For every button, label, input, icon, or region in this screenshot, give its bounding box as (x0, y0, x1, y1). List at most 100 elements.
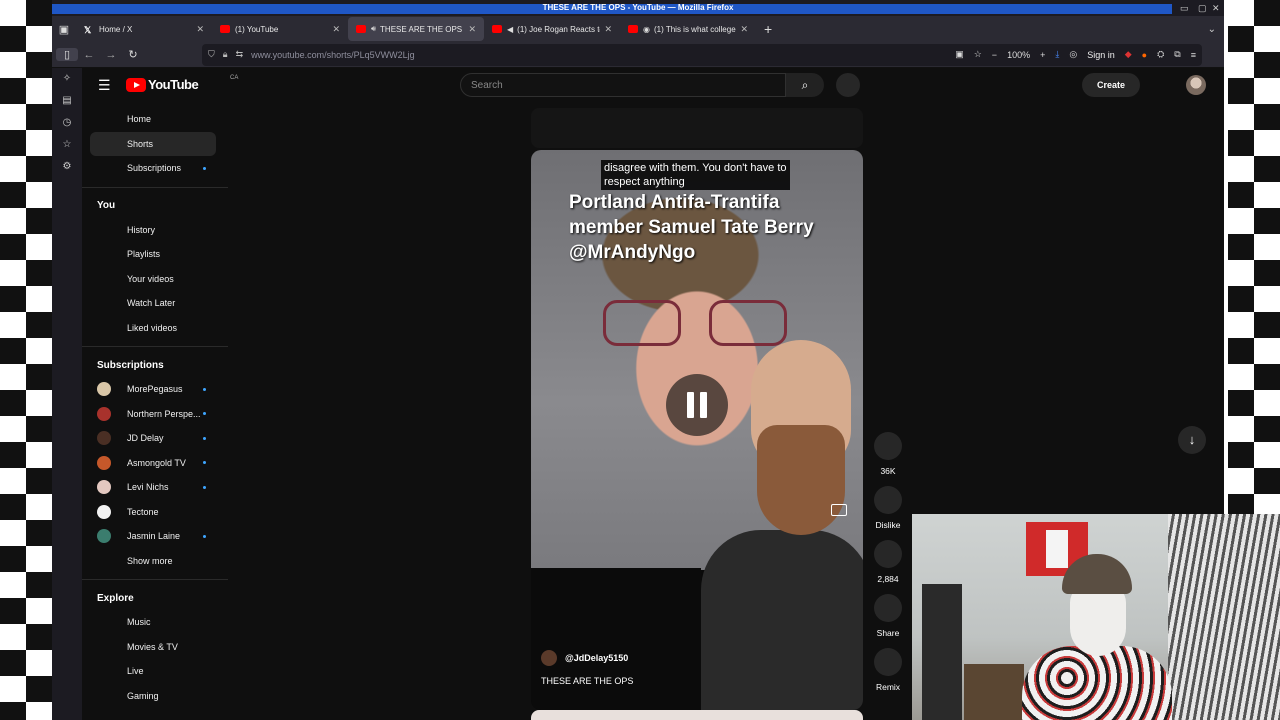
picture-in-picture-icon[interactable] (831, 504, 847, 516)
sidebar-item-subscription[interactable]: Levi Nichs (90, 475, 216, 500)
pause-icon[interactable] (666, 374, 728, 436)
comment-count: 2,884 (877, 574, 899, 584)
maximize-icon[interactable]: ▢ (1198, 3, 1207, 14)
customize-sidebar-icon[interactable]: ⚙ (52, 156, 82, 178)
new-tab-button[interactable]: + (756, 21, 780, 37)
account-icon[interactable]: ◎ (1069, 49, 1077, 60)
channel-avatar (97, 431, 111, 446)
extension-icon[interactable]: ◆ (1125, 49, 1132, 60)
history-icon[interactable]: ◷ (52, 112, 82, 134)
tab-list-icon[interactable]: ▣ (52, 23, 76, 36)
dislike-button[interactable]: Dislike (868, 486, 908, 540)
short-player[interactable]: disagree with them. You don't have to re… (531, 150, 863, 710)
share-button[interactable]: Share (868, 594, 908, 648)
sidebar-item-subscription[interactable]: Northern Perspe... (90, 402, 216, 427)
next-short-preview[interactable] (531, 710, 863, 720)
sidebar-item-subscription[interactable]: Tectone (90, 500, 216, 525)
channel-info[interactable]: @JdDelay5150 (541, 650, 628, 666)
remix-button[interactable]: Remix (868, 648, 908, 702)
close-tab-icon[interactable]: ✕ (740, 24, 748, 35)
extension-icon[interactable]: ● (1142, 50, 1147, 60)
sidebar-item-music[interactable]: Music (90, 610, 216, 635)
lock-icon[interactable]: 🔒︎ (223, 49, 228, 60)
thumbs-down-icon[interactable] (874, 486, 902, 514)
channel-avatar[interactable] (541, 650, 557, 666)
sidebar-toggle-icon[interactable]: ▯ (56, 48, 78, 61)
tab-home-x[interactable]: 𝕏 Home / X ✕ (76, 17, 212, 41)
channel-avatar (97, 480, 111, 495)
thumbs-up-icon[interactable] (874, 432, 902, 460)
tab-youtube[interactable]: (1) YouTube ✕ (212, 17, 348, 41)
close-tab-icon[interactable]: ✕ (468, 24, 476, 35)
sidebar-item-watch-later[interactable]: Watch Later (90, 291, 216, 316)
bookmark-star-icon[interactable]: ☆ (974, 49, 982, 60)
video-headline: Portland Antifa-Trantifa member Samuel T… (569, 192, 814, 263)
permissions-icon[interactable]: ⇆ (236, 49, 244, 60)
minimize-icon[interactable]: ▭ (1180, 3, 1189, 14)
show-more-button[interactable]: Show more (90, 549, 216, 574)
sidebar-item-home[interactable]: Home (90, 107, 216, 132)
speaker-icon[interactable]: ◀ (507, 25, 513, 34)
tab-these-are-the-ops[interactable]: 🔊︎ THESE ARE THE OPS - Y ✕ (348, 17, 484, 41)
sidebar-item-subscription[interactable]: Jasmin Laine (90, 524, 216, 549)
like-button[interactable]: 36K (868, 432, 908, 486)
avatar[interactable] (1186, 75, 1206, 95)
search-input[interactable]: Search (460, 73, 786, 97)
url-bar[interactable]: ⛉ 🔒︎ ⇆ www.youtube.com/shorts/PLq5VWW2Lj… (202, 43, 1202, 66)
comments-button[interactable]: 2,884 (868, 540, 908, 594)
ai-chat-icon[interactable]: ✧ (52, 68, 82, 90)
menu-icon[interactable]: ≡ (1191, 50, 1196, 60)
close-tab-icon[interactable]: ✕ (332, 24, 340, 35)
section-heading-you[interactable]: You (82, 194, 230, 218)
sidebar-item-history[interactable]: History (90, 218, 216, 243)
zoom-level[interactable]: 100% (1007, 50, 1030, 60)
tab-joe-rogan[interactable]: ◀ (1) Joe Rogan Reacts to ✕ (484, 17, 620, 41)
sidebar-item-subscription[interactable]: JD Delay (90, 426, 216, 451)
downloads-icon[interactable]: ⤓ (1055, 49, 1059, 60)
search-button[interactable]: ⌕ (786, 73, 824, 97)
short-video-frame[interactable]: disagree with them. You don't have to re… (531, 150, 863, 710)
comment-icon[interactable] (874, 540, 902, 568)
sign-in-label[interactable]: Sign in (1087, 50, 1115, 60)
zoom-in-icon[interactable]: + (1040, 50, 1045, 60)
remix-icon[interactable] (874, 648, 902, 676)
sidebar-item-label: Jasmin Laine (127, 531, 181, 542)
back-icon[interactable]: ← (78, 49, 100, 61)
speaker-icon[interactable]: 🔊︎ (371, 24, 376, 34)
sidebar-item-playlists[interactable]: Playlists (90, 242, 216, 267)
hamburger-menu-icon[interactable]: ☰ (98, 77, 111, 94)
close-tab-icon[interactable]: ✕ (604, 24, 612, 35)
sidebar-item-movies-tv[interactable]: Movies & TV (90, 635, 216, 660)
youtube-logo[interactable]: YouTube CA (126, 75, 238, 92)
sidebar-item-shorts[interactable]: Shorts (90, 131, 216, 156)
next-short-button[interactable]: ↓ (1178, 426, 1206, 454)
sidebar-item-label: Live (127, 666, 144, 677)
close-tab-icon[interactable]: ✕ (196, 24, 204, 35)
sidebar-item-gaming[interactable]: Gaming (90, 684, 216, 709)
list-all-tabs-icon[interactable]: ⌄ (1208, 24, 1216, 35)
tab-college[interactable]: ◉ (1) This is what college ✕ (620, 17, 756, 41)
close-window-icon[interactable]: ✕ (1212, 3, 1220, 14)
zoom-out-icon[interactable]: − (992, 50, 997, 60)
create-button[interactable]: Create (1082, 73, 1140, 97)
share-icon[interactable] (874, 594, 902, 622)
extension-icon[interactable]: ⛭ (1157, 49, 1164, 60)
forward-icon[interactable]: → (100, 49, 122, 61)
sidebar-item-subscription[interactable]: MorePegasus (90, 377, 216, 402)
screenshot-icon[interactable]: ▣ (955, 49, 964, 60)
like-count: 36K (880, 466, 896, 476)
voice-search-button[interactable] (836, 73, 860, 97)
sidebar-item-your-videos[interactable]: Your videos (90, 267, 216, 292)
reload-icon[interactable]: ↻ (122, 48, 144, 61)
sidebar-item-subscriptions[interactable]: Subscriptions (90, 156, 216, 181)
synced-tabs-icon[interactable]: ▤ (52, 90, 82, 112)
url-text[interactable]: www.youtube.com/shorts/PLq5VWW2Ljg (251, 50, 415, 60)
sidebar-item-live[interactable]: Live (90, 659, 216, 684)
playing-icon: ◉ (643, 24, 650, 34)
shield-icon[interactable]: ⛉ (208, 49, 215, 60)
channel-handle[interactable]: @JdDelay5150 (565, 653, 628, 663)
extensions-puzzle-icon[interactable]: ⧉ (1174, 49, 1180, 60)
sidebar-item-subscription[interactable]: Asmongold TV (90, 451, 216, 476)
bookmarks-icon[interactable]: ☆ (52, 134, 82, 156)
sidebar-item-liked-videos[interactable]: Liked videos (90, 316, 216, 341)
